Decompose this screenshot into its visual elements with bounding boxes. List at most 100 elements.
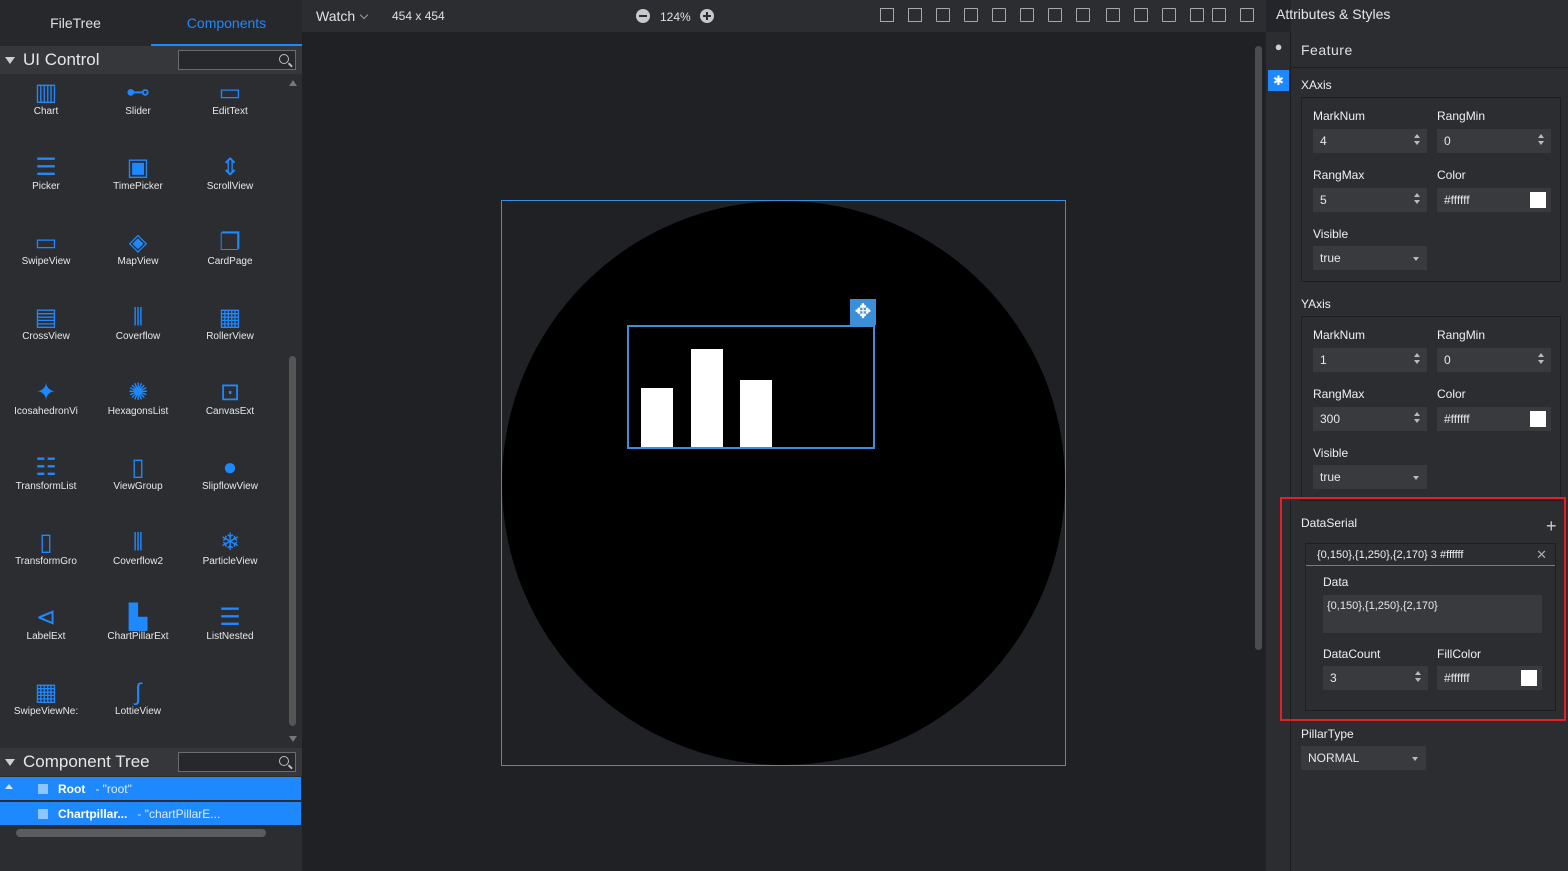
palette-item[interactable]: ▙ ChartPillarExt <box>92 601 184 676</box>
component-tree-search-input[interactable] <box>178 752 296 772</box>
palette-item[interactable]: ▣ TimePicker <box>92 151 184 226</box>
watch-frame[interactable]: ✥ <box>501 200 1066 766</box>
palette-scrollbar[interactable] <box>287 76 299 746</box>
toolbar-tool-icon[interactable] <box>1190 8 1204 22</box>
palette-item[interactable]: ❄ ParticleView <box>184 526 276 601</box>
ui-control-search-input[interactable] <box>178 50 296 70</box>
palette-item[interactable]: ⊲ LabelExt <box>0 601 92 676</box>
toolbar-tool-icon[interactable] <box>992 8 1006 22</box>
palette-item[interactable]: ⦀ Coverflow <box>92 301 184 376</box>
search-icon[interactable] <box>279 756 289 766</box>
xaxis-visible-select[interactable]: true <box>1313 246 1427 270</box>
palette-item-label: CardPage <box>207 256 253 267</box>
palette-scroll-thumb[interactable] <box>289 356 296 726</box>
yaxis-rangmax-input[interactable]: 300 <box>1313 407 1427 431</box>
components-icon[interactable]: ● <box>1268 36 1289 57</box>
palette-item[interactable]: ◈ MapView <box>92 226 184 301</box>
chart-pillar-component[interactable] <box>627 325 875 449</box>
palette-item[interactable]: ▦ RollerView <box>184 301 276 376</box>
palette-item[interactable]: ✦ IcosahedronVi <box>0 376 92 451</box>
palette-item[interactable]: ▯ TransformGro <box>0 526 92 601</box>
spinner-icon[interactable] <box>1538 134 1544 145</box>
spinner-icon[interactable] <box>1414 412 1420 423</box>
color-swatch[interactable] <box>1530 192 1546 208</box>
toolbar-tool-icon[interactable] <box>908 8 922 22</box>
yaxis-marknum-input[interactable]: 1 <box>1313 348 1427 372</box>
palette-item[interactable]: ▭ EditText <box>184 76 276 151</box>
component-icon: ◈ <box>128 229 148 256</box>
move-handle-icon[interactable]: ✥ <box>850 299 876 325</box>
scroll-up-icon[interactable] <box>289 80 297 86</box>
palette-item[interactable]: ▤ CrossView <box>0 301 92 376</box>
palette-item[interactable]: ☰ ListNested <box>184 601 276 676</box>
color-swatch[interactable] <box>1530 411 1546 427</box>
toolbar-tool-icon[interactable] <box>936 8 950 22</box>
palette-item-label: Chart <box>33 106 59 117</box>
toolbar-tool-icon[interactable] <box>1212 8 1226 22</box>
feature-label: Feature <box>1301 42 1353 58</box>
search-icon[interactable] <box>279 54 289 64</box>
pillartype-select[interactable]: NORMAL <box>1301 746 1426 770</box>
palette-item[interactable]: ▥ Chart <box>0 76 92 151</box>
palette-item[interactable]: ▭ SwipeView <box>0 226 92 301</box>
yaxis-color-input[interactable]: #ffffff <box>1437 407 1551 431</box>
toolbar-tool-icon[interactable] <box>964 8 978 22</box>
xaxis-rangmax-input[interactable]: 5 <box>1313 188 1427 212</box>
xaxis-rangmin-input[interactable]: 0 <box>1437 129 1551 153</box>
tree-row-chartpillar[interactable]: Chartpillar... - "chartPillarE... <box>0 802 301 825</box>
design-canvas[interactable]: ✥ <box>302 32 1266 871</box>
xaxis-marknum-input[interactable]: 4 <box>1313 129 1427 153</box>
spinner-icon[interactable] <box>1538 353 1544 364</box>
xaxis-color-input[interactable]: #ffffff <box>1437 188 1551 212</box>
component-icon: ⊷ <box>126 79 150 106</box>
tree-scroll-thumb[interactable] <box>16 829 266 837</box>
palette-item[interactable]: ⊷ Slider <box>92 76 184 151</box>
ui-control-header[interactable]: UI Control <box>0 46 302 74</box>
expand-triangle-icon[interactable] <box>5 784 13 789</box>
toolbar-tool-icon[interactable] <box>1106 8 1120 22</box>
toolbar-tool-icon[interactable] <box>880 8 894 22</box>
tab-filetree[interactable]: FileTree <box>0 0 151 46</box>
toolbar-tool-icon[interactable] <box>1076 8 1090 22</box>
toolbar-tool-icon[interactable] <box>1240 8 1254 22</box>
scroll-down-icon[interactable] <box>289 736 297 742</box>
toolbar-tool-icon[interactable] <box>1134 8 1148 22</box>
spinner-icon[interactable] <box>1414 353 1420 364</box>
palette-item[interactable]: ❐ CardPage <box>184 226 276 301</box>
puzzle-icon[interactable]: ✱ <box>1268 70 1289 91</box>
toolbar-tool-icon[interactable] <box>1020 8 1034 22</box>
zoom-in-button[interactable] <box>700 9 714 23</box>
palette-item[interactable]: ⦀ Coverflow2 <box>92 526 184 601</box>
yaxis-color-label: Color <box>1437 387 1466 401</box>
yaxis-visible-label: Visible <box>1313 446 1349 460</box>
toolbar-tool-icon[interactable] <box>1048 8 1062 22</box>
component-tree-title: Component Tree <box>23 752 150 771</box>
collapse-triangle-icon[interactable] <box>5 56 15 64</box>
palette-item[interactable]: ⊡ CanvasExt <box>184 376 276 451</box>
tab-components[interactable]: Components <box>151 0 302 46</box>
palette-item[interactable]: ☷ TransformList <box>0 451 92 526</box>
right-rail: ● ✱ <box>1266 32 1291 871</box>
palette-item[interactable]: ▯ ViewGroup <box>92 451 184 526</box>
palette-item[interactable]: ⇕ ScrollView <box>184 151 276 226</box>
palette-item[interactable]: ● SlipflowView <box>184 451 276 526</box>
yaxis-visible-select[interactable]: true <box>1313 465 1427 489</box>
palette-item-label: TransformGro <box>15 556 77 567</box>
palette-item-label: Slider <box>125 106 151 117</box>
spinner-icon[interactable] <box>1414 193 1420 204</box>
toolbar-tool-icon[interactable] <box>1162 8 1176 22</box>
zoom-out-button[interactable] <box>636 9 650 23</box>
tree-row-root[interactable]: Root - "root" <box>0 777 301 800</box>
palette-item[interactable]: ▦ SwipeViewNe: <box>0 676 92 746</box>
collapse-triangle-icon[interactable] <box>5 758 15 766</box>
canvas-scrollbar[interactable] <box>1254 36 1264 652</box>
palette-item[interactable]: ✺ HexagonsList <box>92 376 184 451</box>
yaxis-rangmin-input[interactable]: 0 <box>1437 348 1551 372</box>
component-tree-header[interactable]: Component Tree <box>0 748 302 776</box>
canvas-scroll-thumb[interactable] <box>1255 46 1262 650</box>
spinner-icon[interactable] <box>1414 134 1420 145</box>
device-select[interactable]: Watch <box>316 8 369 24</box>
tree-horizontal-scrollbar[interactable] <box>0 826 301 840</box>
palette-item[interactable]: ☰ Picker <box>0 151 92 226</box>
palette-item[interactable]: ∫ LottieView <box>92 676 184 746</box>
